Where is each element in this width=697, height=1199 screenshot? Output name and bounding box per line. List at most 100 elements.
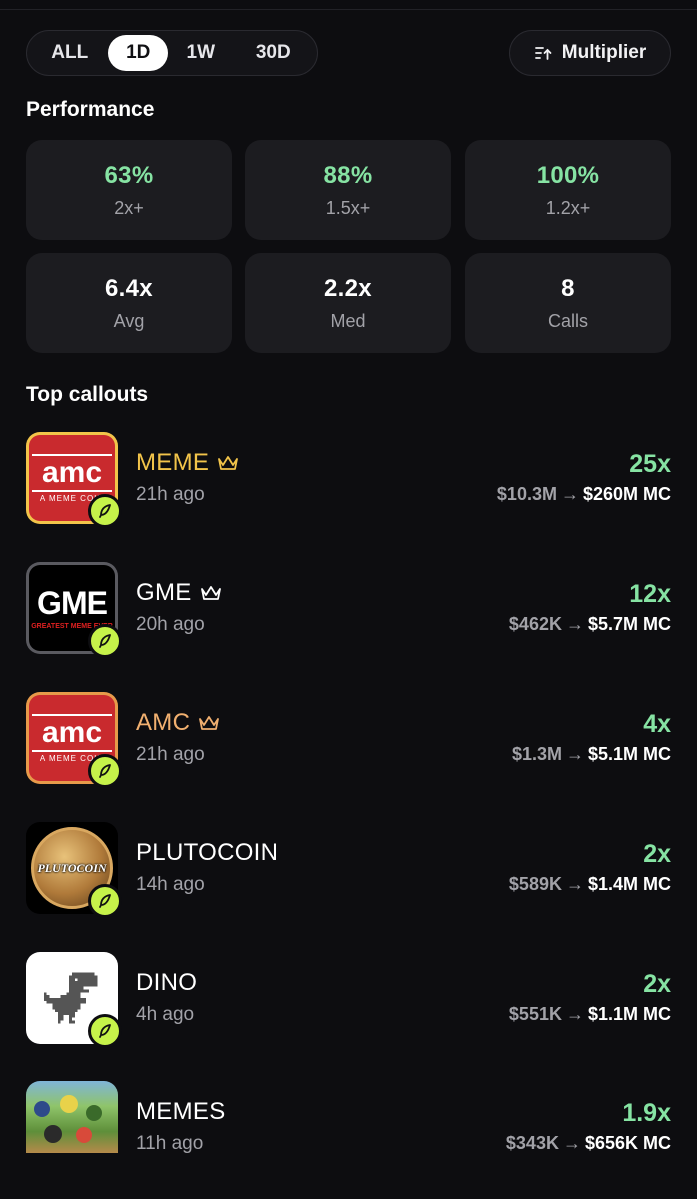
callout-row-meme[interactable]: amc A MEME COIN MEME 21h ago 25x $10.3M →… [26, 432, 671, 528]
tab-1d[interactable]: 1D [108, 35, 169, 71]
token-name-label: GME [136, 579, 192, 606]
mc-to: $656K MC [584, 1133, 671, 1153]
token-name: MEMES [136, 1098, 226, 1126]
feather-icon [99, 764, 111, 778]
token-name: PLUTOCOIN [136, 839, 278, 867]
callout-row-dino[interactable]: DINO 4h ago 2x $551K → $1.1M MC [26, 952, 671, 1048]
market-cap-change: $1.3M → $5.1M MC [512, 744, 671, 765]
mc-from: $1.3M [511, 744, 562, 764]
multiplier-value: 25x [629, 450, 671, 478]
multiplier-value: 1.9x [622, 1099, 671, 1127]
performance-title: Performance [26, 98, 155, 121]
stat-value: 88% [323, 161, 373, 189]
crown-icon [199, 716, 220, 730]
tab-30d[interactable]: 30D [234, 35, 313, 71]
market-cap-change: $343K → $656K MC [506, 1133, 671, 1153]
arrow-right-icon: → [565, 614, 584, 634]
feather-badge [88, 884, 122, 918]
stat-value: 2.2x [324, 274, 372, 302]
crown-icon [200, 586, 221, 600]
multiplier-value: 12x [629, 580, 671, 608]
market-cap-change: $10.3M → $260M MC [497, 484, 671, 505]
stat-label: Med [330, 310, 366, 331]
stat-card-avg: 6.4x Avg [26, 253, 232, 353]
token-name: GME [136, 579, 222, 607]
stat-label: Avg [113, 310, 145, 331]
token-name-label: DINO [136, 969, 198, 996]
token-logo-text: GME [37, 584, 108, 621]
tab-1w[interactable]: 1W [168, 35, 234, 71]
stat-card-med: 2.2x Med [245, 253, 451, 353]
arrow-right-icon: → [565, 1004, 584, 1024]
mc-to: $5.1M MC [587, 744, 671, 764]
mc-from: $10.3M [496, 484, 557, 504]
stat-card-1-5x: 88% 1.5x+ [245, 140, 451, 240]
stat-label: Calls [547, 310, 588, 331]
token-name-label: MEMES [136, 1098, 226, 1125]
feather-badge [88, 754, 122, 788]
arrow-right-icon: → [560, 484, 579, 504]
callout-row-memes[interactable]: MEMES 11h ago 1.9x $343K → $656K MC [26, 1081, 671, 1153]
feather-icon [99, 1024, 111, 1038]
arrow-right-icon: → [565, 874, 584, 894]
timeframe-tabs: ALL 1D 1W 30D [26, 30, 318, 76]
token-logo-text: PLUTOCOIN [37, 860, 107, 875]
token-avatar [26, 1081, 118, 1153]
feather-icon [99, 894, 111, 908]
feather-badge [88, 494, 122, 528]
mc-from: $551K [508, 1004, 562, 1024]
mc-to: $1.1M MC [587, 1004, 671, 1024]
call-time: 11h ago [136, 1133, 204, 1153]
feather-icon [99, 504, 111, 518]
token-logo-text: amc [41, 715, 103, 749]
mc-to: $260M MC [582, 484, 671, 504]
call-time: 14h ago [136, 874, 205, 895]
feather-icon [99, 634, 111, 648]
mc-to: $1.4M MC [587, 874, 671, 894]
tab-all[interactable]: ALL [31, 35, 108, 71]
multiplier-label: Multiplier [561, 42, 647, 63]
market-cap-change: $462K → $5.7M MC [509, 614, 671, 635]
token-name: MEME [136, 449, 239, 477]
token-name: AMC [136, 709, 220, 737]
callout-row-gme[interactable]: GME GREATEST MEME EVER GME 20h ago 12x $… [26, 562, 671, 658]
token-name-label: AMC [136, 709, 191, 736]
stat-card-2x: 63% 2x+ [26, 140, 232, 240]
top-divider [0, 9, 697, 10]
arrow-right-icon: → [562, 1133, 581, 1153]
call-time: 21h ago [136, 484, 205, 505]
stat-card-1-2x: 100% 1.2x+ [465, 140, 671, 240]
mc-to: $5.7M MC [587, 614, 671, 634]
call-time: 4h ago [136, 1004, 195, 1025]
feather-badge [88, 1014, 122, 1048]
token-logo-text: amc [41, 455, 103, 489]
top-callouts-title: Top callouts [26, 383, 149, 406]
feather-badge [88, 624, 122, 658]
callout-row-plutocoin[interactable]: PLUTOCOIN PLUTOCOIN 14h ago 2x $589K → $1.… [26, 822, 671, 918]
stat-value: 63% [104, 161, 154, 189]
market-cap-change: $551K → $1.1M MC [509, 1004, 671, 1025]
market-cap-change: $589K → $1.4M MC [509, 874, 671, 895]
arrow-right-icon: → [565, 744, 584, 764]
sort-ascending-icon [534, 47, 552, 60]
multiplier-value: 2x [643, 970, 671, 998]
mc-from: $462K [508, 614, 562, 634]
stat-label: 1.5x+ [325, 197, 371, 218]
multiplier-sort-button[interactable]: Multiplier [509, 30, 671, 76]
stat-card-calls: 8 Calls [465, 253, 671, 353]
stat-value: 100% [536, 161, 600, 189]
page: ALL 1D 1W 30D Multiplier Performance 63%… [0, 0, 697, 1199]
mc-from: $589K [508, 874, 562, 894]
multiplier-value: 2x [643, 840, 671, 868]
callout-row-amc[interactable]: amc A MEME COIN AMC 21h ago 4x $1.3M → $5.… [26, 692, 671, 788]
stat-label: 2x+ [114, 197, 144, 218]
stat-value: 6.4x [105, 274, 153, 302]
mc-from: $343K [505, 1133, 559, 1153]
stat-value: 8 [561, 274, 575, 302]
call-time: 21h ago [136, 744, 205, 765]
multiplier-value: 4x [643, 710, 671, 738]
stat-label: 1.2x+ [545, 197, 591, 218]
token-name-label: MEME [136, 449, 210, 476]
token-name-label: PLUTOCOIN [136, 839, 279, 866]
token-name: DINO [136, 969, 197, 997]
